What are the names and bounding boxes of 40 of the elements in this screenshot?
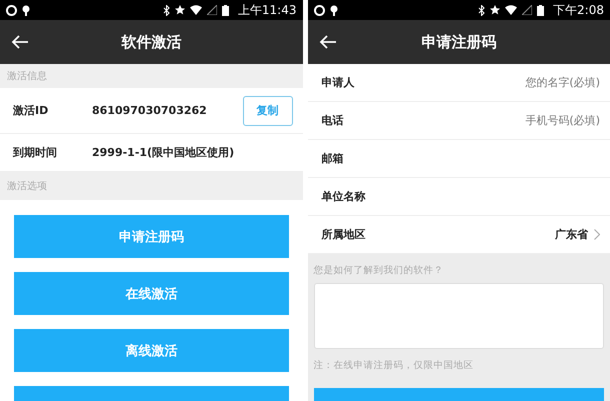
field-label: 所属地区 — [322, 227, 366, 242]
screen-title: 申请注册码 — [421, 32, 496, 52]
notification-icon — [6, 4, 17, 16]
screen-title: 软件激活 — [121, 32, 182, 52]
field-label: 申请人 — [322, 75, 356, 90]
signal-icon — [522, 5, 532, 15]
question-label: 您是如何了解到我们的软件？ — [314, 264, 444, 278]
wifi-icon — [190, 5, 202, 15]
answer-box[interactable] — [314, 283, 604, 349]
status-time: 上午11:43 — [238, 2, 296, 18]
star-icon — [490, 5, 500, 15]
input-field[interactable]: 手机号码(必填) — [402, 114, 600, 127]
back-arrow-icon — [11, 35, 29, 49]
battery-icon — [537, 4, 544, 16]
battery-icon — [222, 4, 229, 16]
field-label: 邮箱 — [322, 151, 344, 166]
star-icon — [174, 5, 185, 15]
region-value[interactable]: 广东省 — [555, 227, 588, 242]
option-button[interactable]: 在线激活 — [14, 272, 288, 315]
section-header: 激活选项 — [0, 172, 302, 200]
bluetooth-icon — [478, 4, 486, 16]
info-label: 激活ID — [13, 103, 50, 118]
notification-icon — [314, 4, 324, 16]
input-field[interactable]: 您的名字(必填) — [402, 76, 600, 89]
info-value: 861097030703262 — [92, 104, 208, 117]
field-label: 电话 — [322, 113, 344, 128]
copy-button[interactable]: 复制 — [242, 96, 292, 126]
signal-icon — [206, 5, 217, 15]
wifi-icon — [505, 5, 518, 15]
info-label: 到期时间 — [13, 145, 58, 160]
chevron-right-icon — [594, 229, 600, 240]
info-value: 2999-1-1(限中国地区使用) — [92, 145, 236, 160]
note-text: 注：在线申请注册码，仅限中国地区 — [314, 359, 474, 372]
field-label: 单位名称 — [322, 189, 366, 204]
bluetooth-icon — [162, 4, 170, 16]
back-arrow-icon — [318, 35, 336, 49]
option-button[interactable]: 申请注册码 — [14, 215, 288, 258]
section-header: 激活信息 — [0, 64, 302, 88]
status-time: 下午2:08 — [553, 2, 604, 18]
option-button[interactable]: 离线激活 — [14, 329, 288, 372]
